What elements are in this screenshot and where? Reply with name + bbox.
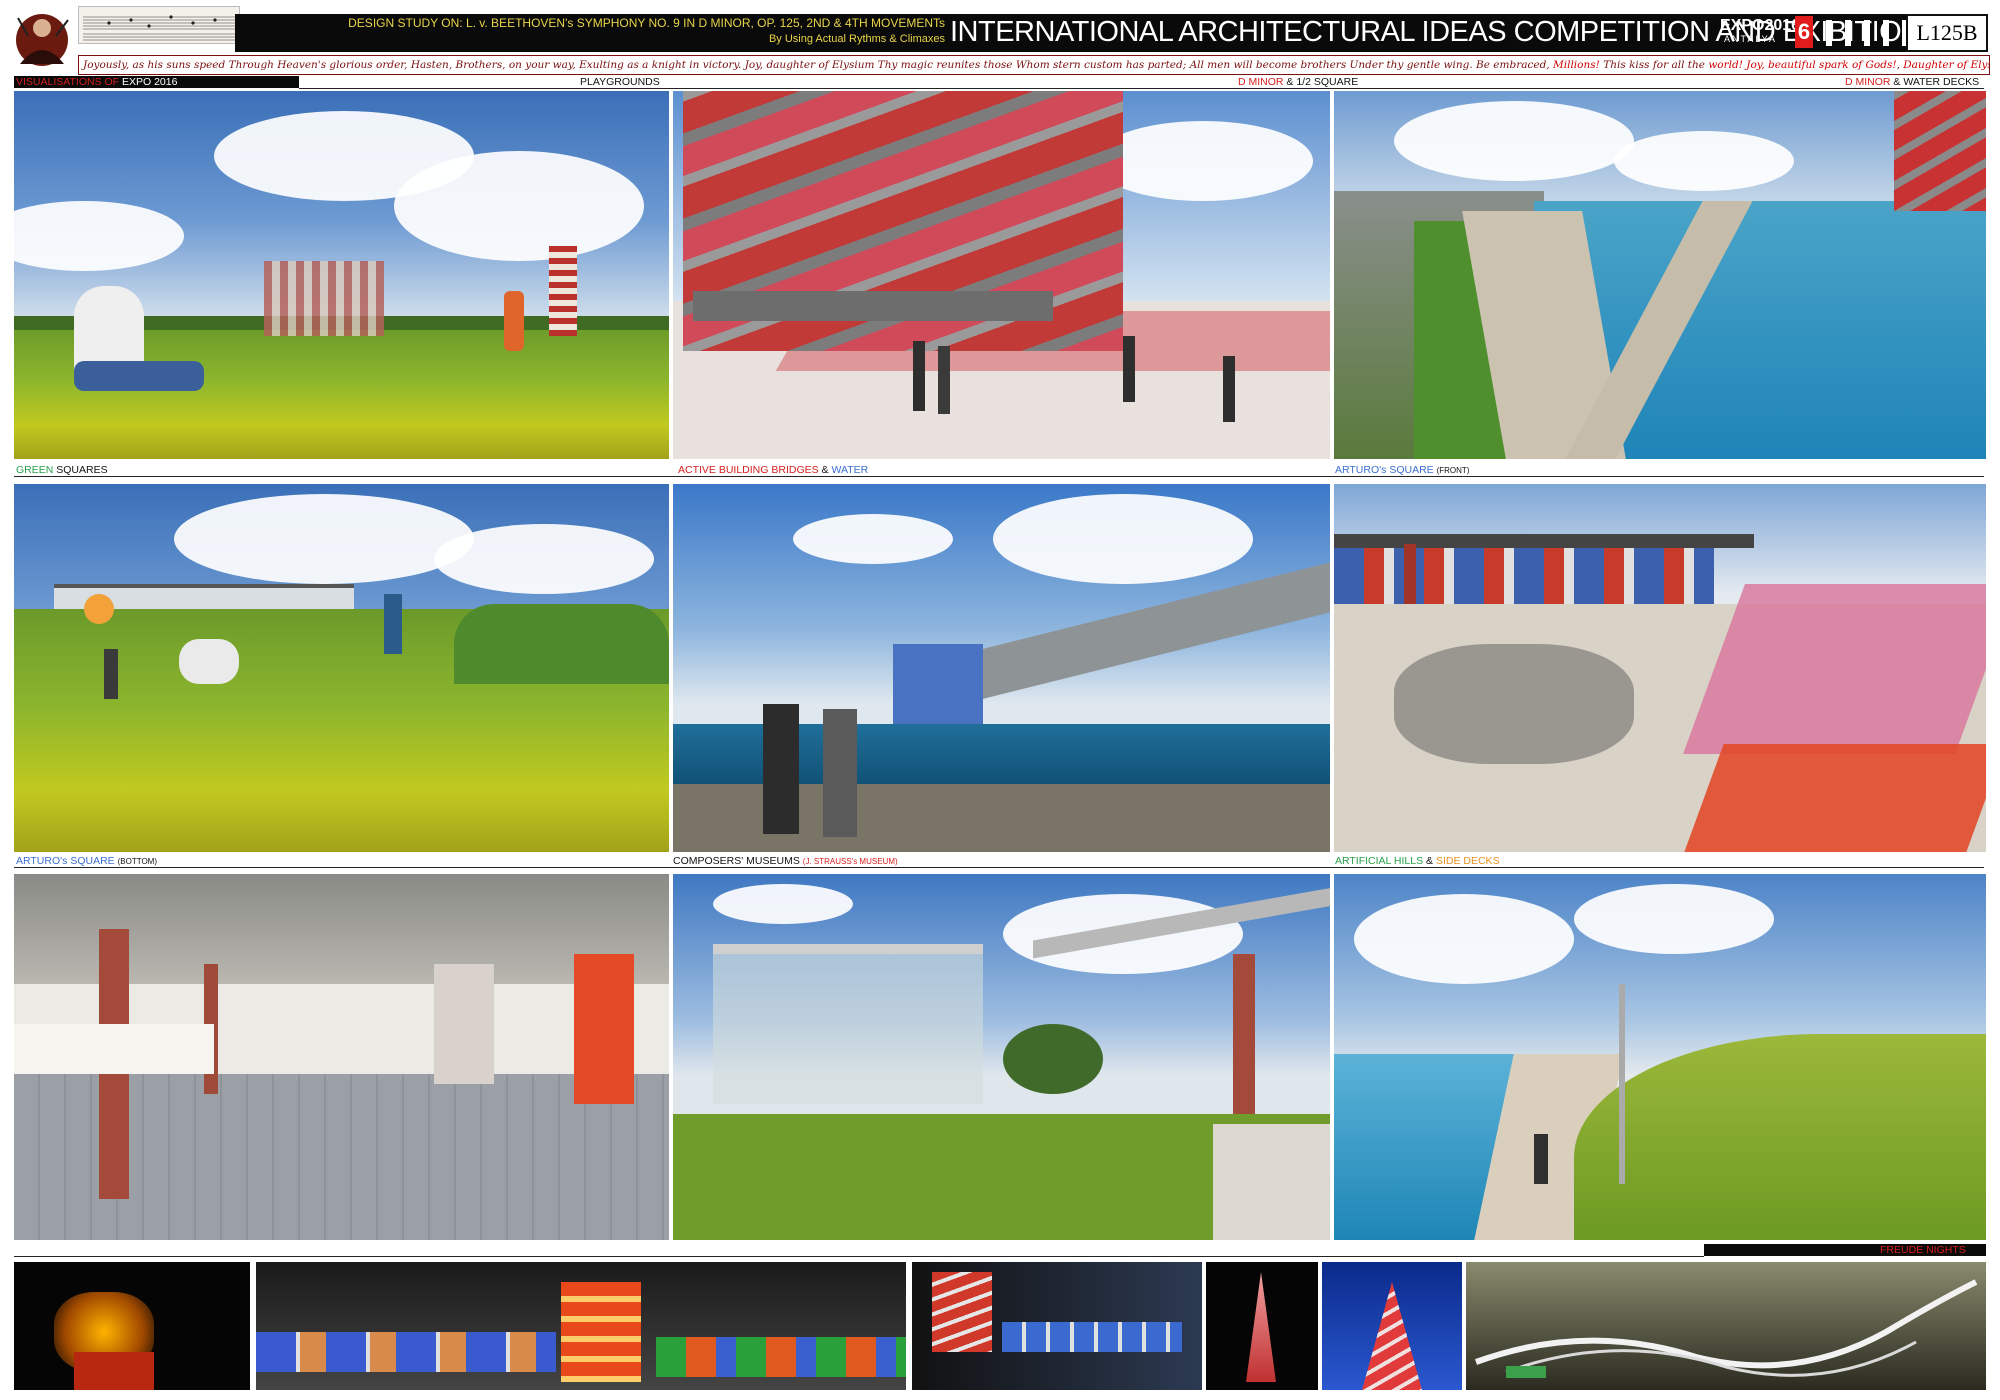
label-composers-museums: COMPOSERS' MUSEUMS (J. STRAUSS's MUSEUM) [673, 855, 898, 867]
label-active: ACTIVE BUILDING BRIDGES [678, 464, 819, 476]
row3-rule [14, 867, 1984, 868]
section-rule [299, 88, 1984, 89]
render-arturo-square-bottom [14, 874, 669, 1240]
label-playgrounds: PLAYGROUNDS [580, 76, 660, 88]
render-active-bridges [673, 484, 1330, 852]
night-render-pavilions [256, 1262, 906, 1390]
lyrics-part-1: Joyously, as his suns speed Through Heav… [83, 59, 1553, 71]
lyrics-highlight-3: Daughter of Elysium, Joy, beatiful spark… [1903, 59, 1989, 71]
label-dminor-half-square: D MINOR & 1/2 SQUARE [1238, 76, 1358, 88]
label-bottom: (BOTTOM) [117, 857, 157, 866]
label-hills: ARTIFICIAL HILLS [1335, 855, 1424, 867]
label-active-bridges: ACTIVE BUILDING BRIDGES & WATER [678, 464, 868, 476]
expo-text: EXPO 2016 [122, 76, 178, 88]
label-amp: & [1423, 855, 1436, 867]
label-green-squares: GREEN SQUARES [16, 464, 108, 476]
conductor-logo [10, 6, 74, 70]
label-arturo-square-2: ARTURO's SQUARE [16, 855, 115, 867]
label-dminor-1: D MINOR [1238, 76, 1284, 88]
night-render-blue-tower [1322, 1262, 1462, 1390]
study-line-2: By Using Actual Rythms & Climaxes [768, 33, 945, 45]
ode-to-joy-lyrics: Joyously, as his suns speed Through Heav… [78, 55, 1990, 75]
stripe-4 [1883, 20, 1889, 46]
music-score-image [78, 6, 240, 44]
render-water-decks [1334, 91, 1986, 459]
label-squares: SQUARES [56, 464, 108, 476]
night-render-bridge [1466, 1262, 1986, 1390]
visualisations-text: VISUALISATIONS OF [16, 76, 120, 88]
stripe-1 [1826, 20, 1832, 46]
render-artificial-hills [1334, 874, 1986, 1240]
label-composers: COMPOSERS' MUSEUMS [673, 855, 800, 867]
render-green-squares [14, 484, 669, 852]
entry-code: L125B [1906, 14, 1988, 52]
label-half-square: & 1/2 SQUARE [1286, 76, 1359, 88]
night-render-emblem [14, 1262, 250, 1390]
label-water: WATER [831, 464, 869, 476]
label-dminor-2: D MINOR [1845, 76, 1891, 88]
label-front: (FRONT) [1436, 466, 1470, 475]
label-artificial-hills: ARTIFICIAL HILLS & SIDE DECKS [1335, 855, 1500, 867]
sheet-number: 6 [1795, 16, 1813, 48]
label-arturo-square-1: ARTURO's SQUARE [1335, 464, 1434, 476]
lyrics-highlight-2: world! Joy, beautiful spark of Gods! [1708, 59, 1897, 71]
freude-nights-label: FREUDE NIGHTS [1880, 1244, 1966, 1256]
label-side-decks: SIDE DECKS [1435, 855, 1500, 867]
render-composers-museum [673, 874, 1330, 1240]
label-arturo-front: ARTURO's SQUARE (FRONT) [1335, 464, 1469, 476]
stripe-2 [1845, 20, 1851, 46]
lyrics-highlight-1: Millions! [1552, 59, 1600, 71]
label-green: GREEN [16, 464, 54, 476]
night-render-towers [912, 1262, 1202, 1390]
row2-rule [14, 476, 1984, 477]
stripe-3 [1864, 20, 1870, 46]
label-and: & [821, 464, 832, 476]
render-playgrounds [14, 91, 669, 459]
lyrics-part-2: This kiss for all the [1599, 59, 1709, 71]
render-dminor-half-square [673, 91, 1330, 459]
render-arturo-square-front [1334, 484, 1986, 852]
night-render-lit-tower [1206, 1262, 1318, 1390]
label-dminor-water-decks: D MINOR & WATER DECKS [1845, 76, 1979, 88]
expo-city: ANTALYA [1724, 34, 1778, 44]
label-strauss-museum: (J. STRAUSS's MUSEUM) [802, 857, 898, 866]
study-line-1: DESIGN STUDY ON: L. v. BEETHOVEN's SYMPH… [348, 16, 945, 30]
expo-logo-text: EXPO2016 [1720, 17, 1801, 34]
label-water-decks: & WATER DECKS [1893, 76, 1980, 88]
freude-rule [14, 1256, 1704, 1257]
label-arturo-bottom: ARTURO's SQUARE (BOTTOM) [16, 855, 157, 867]
visualisations-label: VISUALISATIONS OF EXPO 2016 [16, 76, 177, 88]
